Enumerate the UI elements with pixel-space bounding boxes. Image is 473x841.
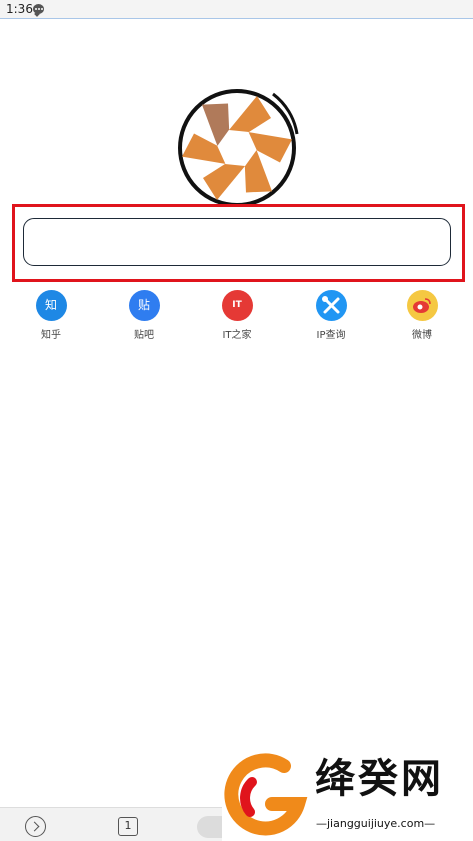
wrench-screwdriver-icon (321, 296, 339, 314)
watermark-logo-icon (224, 753, 308, 836)
weibo-icon (406, 290, 438, 321)
status-bar: 1:36 (0, 0, 473, 19)
browser-logo (178, 89, 299, 207)
logo-blade-4 (203, 164, 245, 200)
watermark-brand: 绛癸网 (315, 756, 444, 802)
quick-link-ip-lookup[interactable]: IP查询 (296, 290, 366, 341)
weibo-eye-icon (412, 298, 431, 313)
tieba-icon: 贴 (128, 290, 160, 321)
ithome-icon: IT (221, 290, 253, 321)
tabs-button[interactable]: 1 (118, 817, 138, 836)
quick-link-tieba[interactable]: 贴 贴吧 (109, 290, 179, 341)
quick-link-ithome[interactable]: IT IT之家 (202, 290, 272, 341)
quick-link-label: IT之家 (222, 330, 252, 341)
logo-blade-1 (229, 96, 271, 132)
ip-lookup-icon (315, 290, 347, 321)
quick-links: 知 知乎 贴 贴吧 IT IT之家 IP查询 微博 (0, 290, 473, 341)
quick-link-label: 微博 (412, 330, 432, 341)
quick-link-label: 知乎 (41, 330, 61, 341)
watermark-url: —jiangguijiuye.com— (316, 817, 436, 830)
message-notification-icon (33, 4, 44, 14)
forward-button[interactable] (25, 816, 46, 837)
quick-link-label: 贴吧 (134, 330, 154, 341)
quick-link-zhihu[interactable]: 知 知乎 (16, 290, 86, 341)
quick-link-weibo[interactable]: 微博 (387, 290, 457, 341)
watermark: 绛癸网 —jiangguijiuye.com— (222, 750, 473, 841)
search-input[interactable] (23, 218, 451, 266)
status-time: 1:36 (6, 2, 33, 16)
quick-link-label: IP查询 (316, 330, 346, 341)
zhihu-icon: 知 (35, 290, 67, 321)
